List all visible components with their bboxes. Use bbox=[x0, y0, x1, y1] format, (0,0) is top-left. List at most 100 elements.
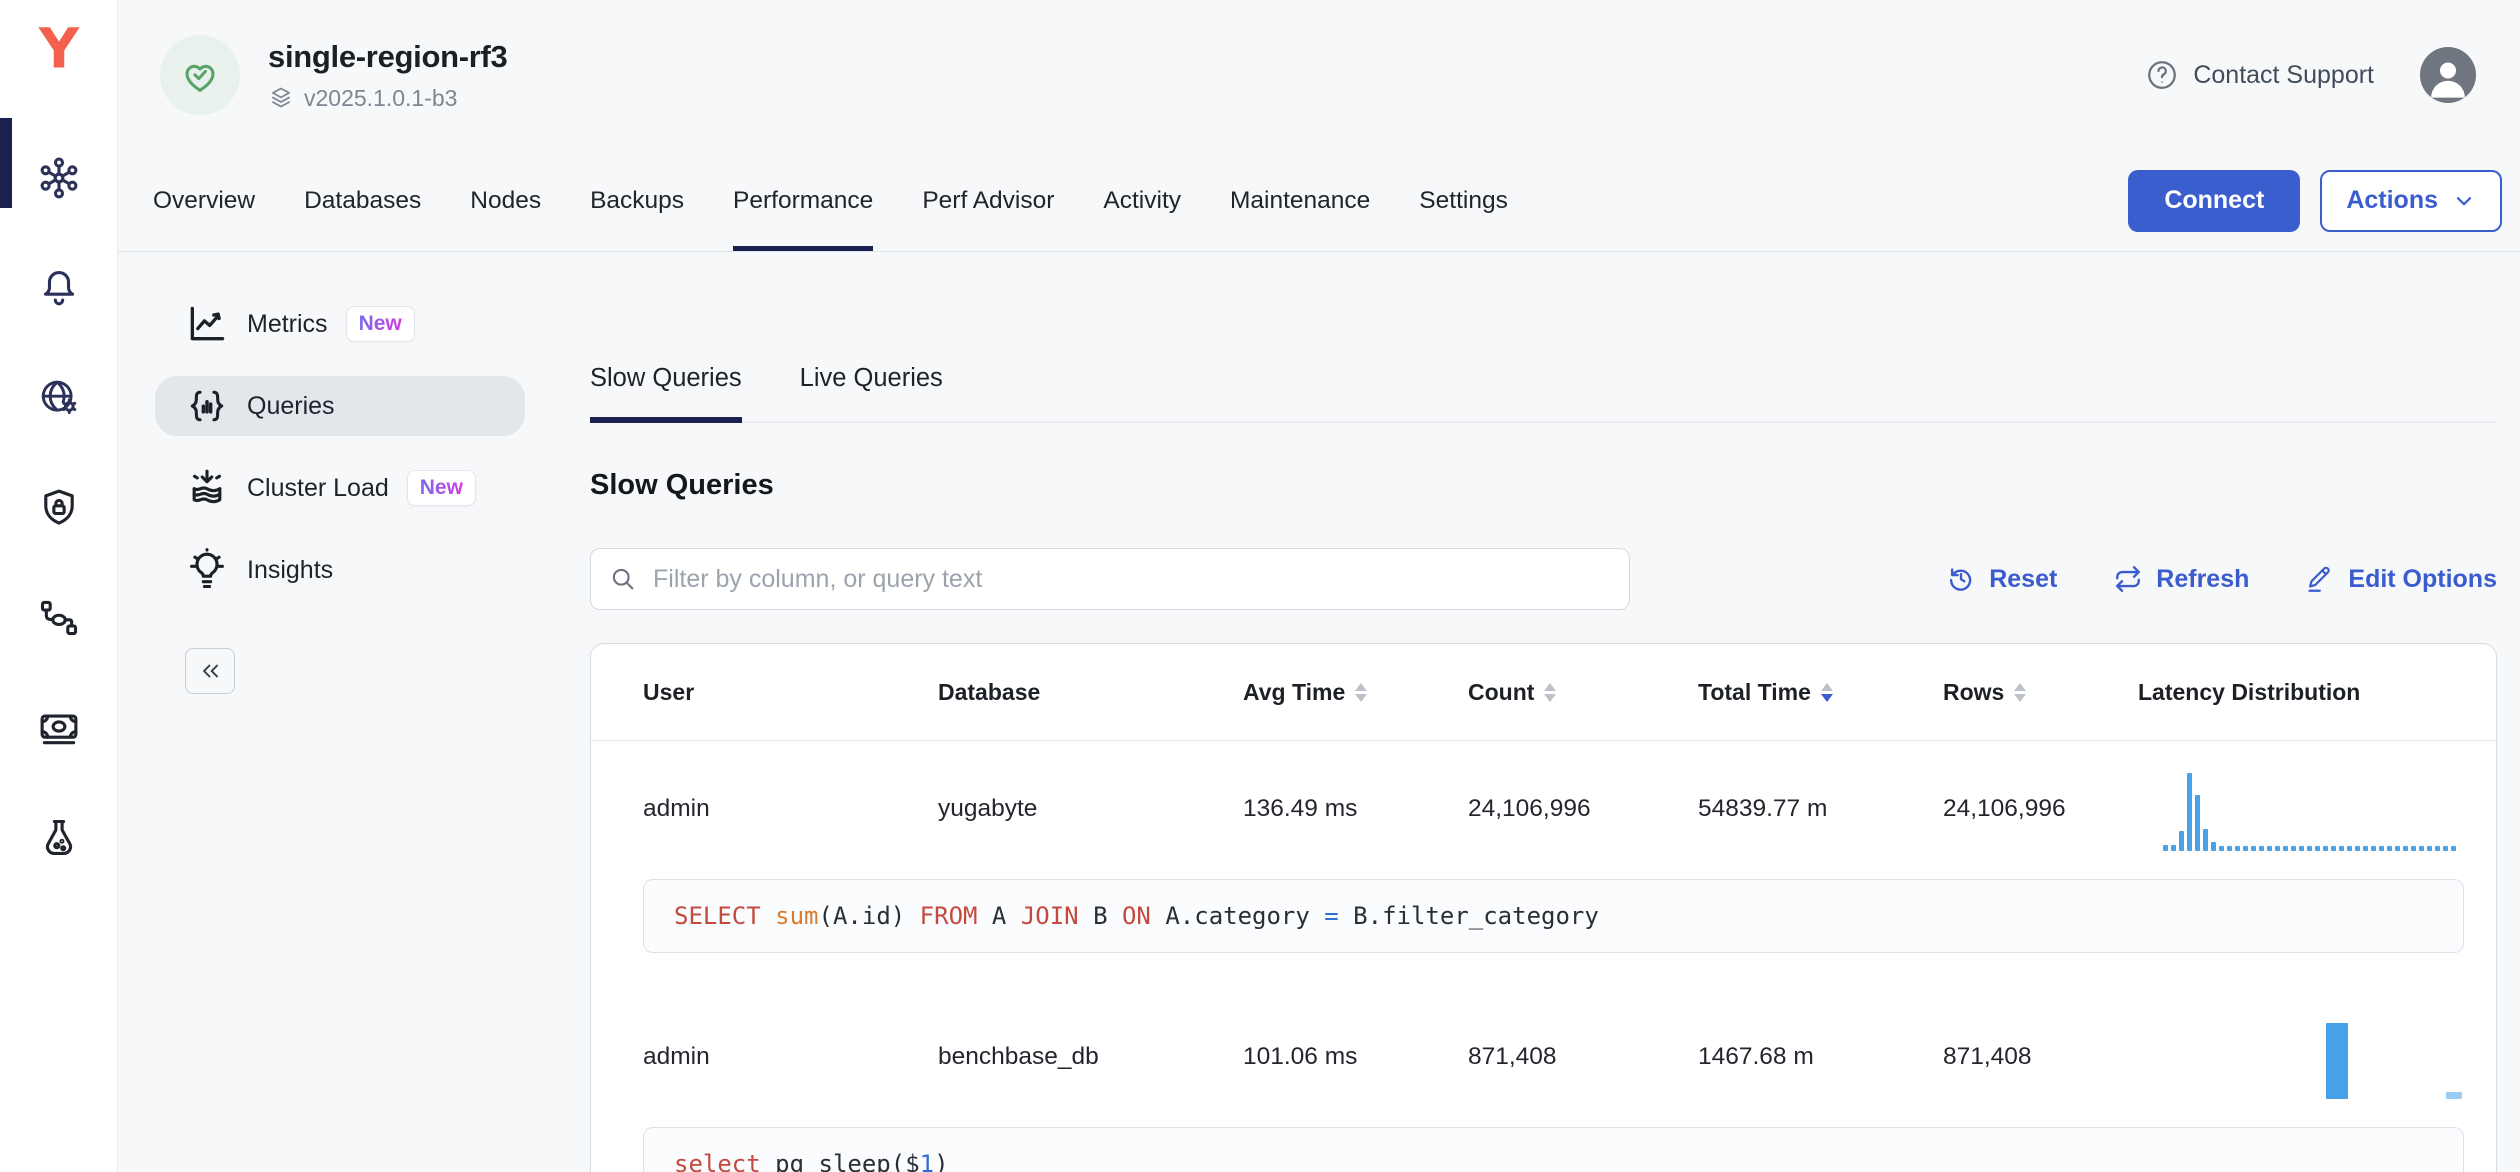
tab-backups[interactable]: Backups bbox=[590, 150, 684, 251]
yugabyte-logo[interactable]: Y bbox=[26, 14, 92, 80]
search-icon bbox=[609, 565, 637, 593]
labs-icon bbox=[37, 816, 81, 860]
tab-performance[interactable]: Performance bbox=[733, 150, 873, 251]
cell-avg-time: 101.06 ms bbox=[1243, 1043, 1468, 1071]
tab-overview[interactable]: Overview bbox=[153, 150, 255, 251]
histogram-bar bbox=[2283, 846, 2288, 851]
filter-row: Reset Refresh Edit Options bbox=[590, 548, 2497, 610]
histogram-bar bbox=[2299, 846, 2304, 851]
sort-icon[interactable] bbox=[1355, 683, 1367, 702]
histogram-bar bbox=[2403, 846, 2408, 851]
cell-avg-time: 136.49 ms bbox=[1243, 795, 1468, 823]
cell-database: benchbase_db bbox=[938, 1043, 1243, 1071]
refresh-button[interactable]: Refresh bbox=[2113, 564, 2249, 594]
rail-item-network[interactable] bbox=[31, 370, 87, 426]
sort-icon[interactable] bbox=[1821, 683, 1833, 702]
histogram-bar bbox=[2387, 846, 2392, 851]
sql-token bbox=[761, 902, 775, 930]
topbar-right: Contact Support bbox=[2145, 47, 2476, 103]
cell-total-time: 1467.68 m bbox=[1698, 1043, 1943, 1071]
column-header-count[interactable]: Count bbox=[1468, 679, 1698, 706]
sort-asc-arrow bbox=[1355, 683, 1367, 691]
table-toolbar: Reset Refresh Edit Options bbox=[1946, 564, 2497, 594]
sort-asc-arrow bbox=[2014, 683, 2026, 691]
content-area: MetricsNew Queries Cluster LoadNew Insights… bbox=[118, 252, 2520, 1172]
sql-token: 1 bbox=[920, 1150, 934, 1172]
column-header-total-time[interactable]: Total Time bbox=[1698, 679, 1943, 706]
histogram-bar bbox=[2171, 845, 2176, 851]
heart-check-icon bbox=[177, 52, 223, 98]
subnav-item-cluster-load[interactable]: Cluster LoadNew bbox=[155, 458, 525, 518]
filter-input[interactable] bbox=[651, 564, 1611, 595]
table-header-row: UserDatabaseAvg TimeCountTotal TimeRowsL… bbox=[591, 644, 2496, 741]
reset-button[interactable]: Reset bbox=[1946, 564, 2057, 594]
app-root: Y single-region-rf3 v2025.1.0.1-b3 Conta… bbox=[0, 0, 2520, 1172]
cell-total-time: 54839.77 m bbox=[1698, 795, 1943, 823]
tab-perf-advisor[interactable]: Perf Advisor bbox=[922, 150, 1054, 251]
help-icon bbox=[2145, 58, 2179, 92]
histogram-bar bbox=[2371, 846, 2376, 851]
edit-options-button[interactable]: Edit Options bbox=[2305, 564, 2497, 594]
histogram-bar bbox=[2211, 842, 2216, 851]
queries-tab-live-queries[interactable]: Live Queries bbox=[800, 364, 943, 423]
query-row[interactable]: adminbenchbase_db101.06 ms871,4081467.68… bbox=[643, 989, 2464, 1172]
active-nav-indicator bbox=[0, 118, 12, 208]
rail-nav bbox=[31, 150, 87, 866]
sql-token: select bbox=[674, 1150, 761, 1172]
tab-maintenance[interactable]: Maintenance bbox=[1230, 150, 1370, 251]
tab-activity[interactable]: Activity bbox=[1103, 150, 1181, 251]
histogram-bar bbox=[2451, 846, 2456, 851]
rail-item-clusters[interactable] bbox=[31, 150, 87, 206]
rail-item-billing[interactable] bbox=[31, 700, 87, 756]
collapse-sidebar-button[interactable] bbox=[185, 648, 235, 694]
subnav-item-queries[interactable]: Queries bbox=[155, 376, 525, 436]
histogram-bar bbox=[2339, 846, 2344, 851]
tab-settings[interactable]: Settings bbox=[1419, 150, 1508, 251]
sort-icon[interactable] bbox=[1544, 683, 1556, 702]
avatar-icon bbox=[2422, 51, 2474, 103]
queries-tabs: Slow Queries Live Queries bbox=[590, 364, 2497, 423]
queries-panel: Slow Queries Live Queries Slow Queries Re… bbox=[525, 252, 2520, 1172]
rail-item-security[interactable] bbox=[31, 480, 87, 536]
rail-item-alerts[interactable] bbox=[31, 260, 87, 316]
cell-database: yugabyte bbox=[938, 795, 1243, 823]
query-values: adminyugabyte136.49 ms24,106,99654839.77… bbox=[643, 767, 2464, 851]
column-header-rows[interactable]: Rows bbox=[1943, 679, 2138, 706]
cell-latency bbox=[2138, 1015, 2464, 1099]
subnav-item-insights[interactable]: Insights bbox=[155, 540, 525, 600]
queries-tab-slow-queries[interactable]: Slow Queries bbox=[590, 364, 742, 423]
rail-item-integrations[interactable] bbox=[31, 590, 87, 646]
histogram-bar bbox=[2179, 831, 2184, 851]
sql-token: SELECT bbox=[674, 902, 761, 930]
actions-button[interactable]: Actions bbox=[2320, 170, 2502, 232]
histogram-bar bbox=[2419, 846, 2424, 851]
left-rail: Y bbox=[0, 0, 118, 1172]
query-row[interactable]: adminyugabyte136.49 ms24,106,99654839.77… bbox=[643, 741, 2464, 989]
sort-icon[interactable] bbox=[2014, 683, 2026, 702]
new-badge: New bbox=[346, 306, 415, 342]
cluster-tabs: Overview Databases Nodes Backups Performance… bbox=[153, 150, 1508, 251]
rail-item-labs[interactable] bbox=[31, 810, 87, 866]
column-label: Rows bbox=[1943, 679, 2004, 706]
column-label: Count bbox=[1468, 679, 1534, 706]
billing-icon bbox=[37, 706, 81, 750]
tab-nodes[interactable]: Nodes bbox=[470, 150, 541, 251]
contact-support-link[interactable]: Contact Support bbox=[2145, 58, 2374, 92]
actions-button-label: Actions bbox=[2346, 186, 2438, 215]
histogram-bar bbox=[2275, 846, 2280, 851]
sql-token: A bbox=[977, 902, 1020, 930]
subnav-item-metrics[interactable]: MetricsNew bbox=[155, 294, 525, 354]
insights-icon bbox=[185, 548, 229, 592]
svg-text:Y: Y bbox=[37, 18, 79, 76]
user-avatar[interactable] bbox=[2420, 47, 2476, 103]
histogram-bar bbox=[2411, 846, 2416, 851]
connect-button[interactable]: Connect bbox=[2128, 170, 2300, 232]
histogram-bar bbox=[2427, 846, 2432, 851]
subnav-item-label: Queries bbox=[247, 392, 335, 421]
histogram-bar bbox=[2315, 846, 2320, 851]
latency-histogram bbox=[2163, 771, 2463, 851]
histogram-bar bbox=[2195, 795, 2200, 851]
tab-databases[interactable]: Databases bbox=[304, 150, 421, 251]
column-header-avg-time[interactable]: Avg Time bbox=[1243, 679, 1468, 706]
network-icon bbox=[37, 376, 81, 420]
